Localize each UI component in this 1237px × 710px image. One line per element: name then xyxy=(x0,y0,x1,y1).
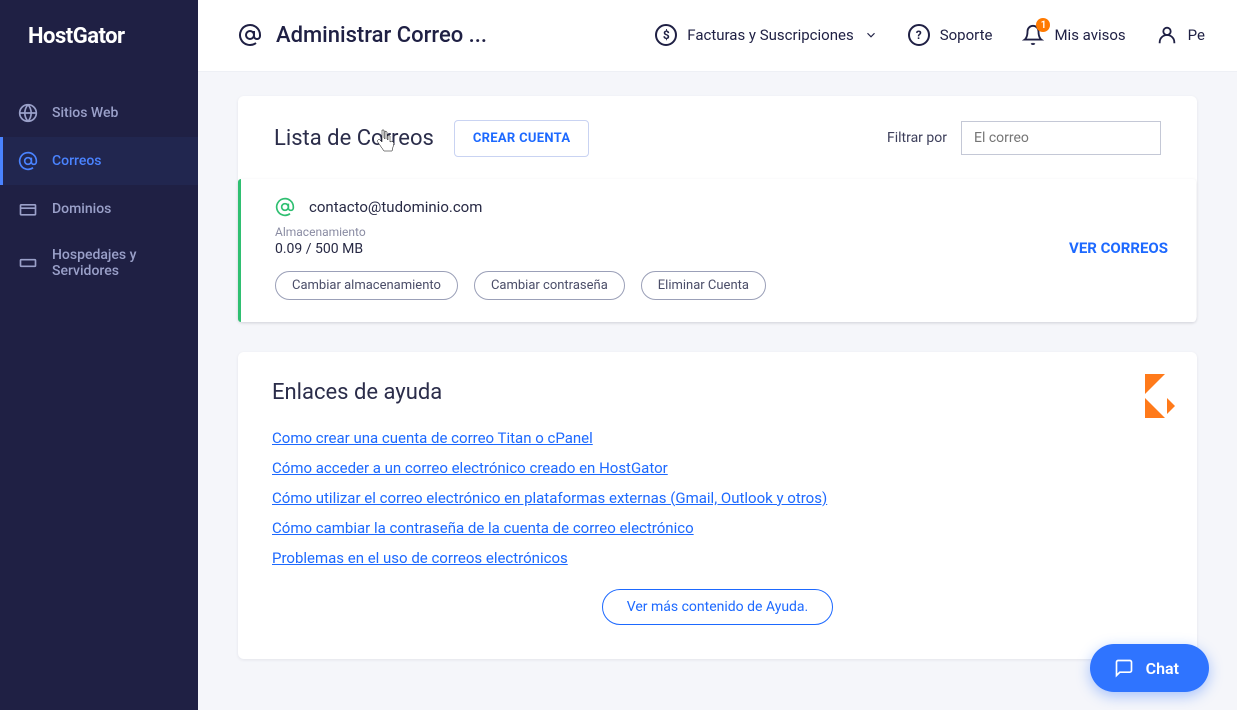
chevron-down-icon xyxy=(864,28,878,42)
topbar-support[interactable]: ? Soporte xyxy=(908,24,993,46)
help-link[interactable]: Cómo utilizar el correo electrónico en p… xyxy=(272,489,827,507)
sidebar-item-label: Dominios xyxy=(52,201,111,217)
email-row: contacto@tudominio.com Almacenamiento 0.… xyxy=(238,179,1196,322)
chat-icon xyxy=(1114,658,1134,678)
dollar-icon: $ xyxy=(655,24,677,46)
sidebar-item-label: Correos xyxy=(52,153,102,169)
sidebar-item-label: Sitios Web xyxy=(52,105,118,121)
decorative-triangles-icon xyxy=(1121,374,1175,418)
help-card: Enlaces de ayuda Como crear una cuenta d… xyxy=(238,352,1197,659)
globe-icon xyxy=(18,103,38,123)
at-icon xyxy=(18,151,38,171)
storage-label: Almacenamiento xyxy=(275,225,1069,239)
question-icon: ? xyxy=(908,24,930,46)
filter-input[interactable] xyxy=(961,121,1161,155)
filter-label: Filtrar por xyxy=(887,130,947,146)
topbar: Administrar Correo ... $ Facturas y Susc… xyxy=(198,0,1237,72)
help-title: Enlaces de ayuda xyxy=(272,380,1163,405)
topbar-support-label: Soporte xyxy=(940,26,993,44)
at-icon xyxy=(238,23,262,47)
sidebar-item-emails[interactable]: Correos xyxy=(0,137,198,185)
page-title: Administrar Correo ... xyxy=(276,23,487,48)
topbar-billing-label: Facturas y Suscripciones xyxy=(687,26,853,44)
help-link[interactable]: Como crear una cuenta de correo Titan o … xyxy=(272,429,593,447)
help-link[interactable]: Problemas en el uso de correos electróni… xyxy=(272,549,568,567)
create-account-button[interactable]: CREAR CUENTA xyxy=(454,120,590,157)
chat-label: Chat xyxy=(1146,659,1179,678)
topbar-profile-label: Pe xyxy=(1188,26,1205,44)
sidebar-item-sites[interactable]: Sitios Web xyxy=(0,89,198,137)
sidebar: HostGator Sitios Web Correos Dominios Ho… xyxy=(0,0,198,710)
sidebar-item-domains[interactable]: Dominios xyxy=(0,185,198,233)
user-icon xyxy=(1156,24,1178,46)
delete-account-button[interactable]: Eliminar Cuenta xyxy=(641,271,766,300)
email-list-card: Lista de Correos CREAR CUENTA Filtrar po… xyxy=(238,96,1197,322)
bell-icon: 1 xyxy=(1022,24,1044,46)
topbar-profile[interactable]: Pe xyxy=(1156,24,1205,46)
storage-value: 0.09 / 500 MB xyxy=(275,241,1069,257)
sidebar-item-label: Hospedajes y Servidores xyxy=(52,247,180,279)
topbar-billing[interactable]: $ Facturas y Suscripciones xyxy=(655,24,877,46)
change-password-button[interactable]: Cambiar contraseña xyxy=(474,271,625,300)
topbar-notices-label: Mis avisos xyxy=(1054,26,1125,44)
at-icon xyxy=(275,197,295,217)
main: Administrar Correo ... $ Facturas y Susc… xyxy=(198,0,1237,710)
brand-logo: HostGator xyxy=(0,24,198,89)
domains-icon xyxy=(18,199,38,219)
email-list-title: Lista de Correos xyxy=(274,126,434,151)
notices-badge: 1 xyxy=(1036,18,1050,32)
help-link[interactable]: Cómo cambiar la contraseña de la cuenta … xyxy=(272,519,694,537)
help-more-button[interactable]: Ver más contenido de Ayuda. xyxy=(602,589,834,625)
sidebar-item-hosting[interactable]: Hospedajes y Servidores xyxy=(0,233,198,293)
chat-button[interactable]: Chat xyxy=(1090,644,1209,692)
help-link[interactable]: Cómo acceder a un correo electrónico cre… xyxy=(272,459,668,477)
topbar-notices[interactable]: 1 Mis avisos xyxy=(1022,24,1125,46)
view-emails-link[interactable]: VER CORREOS xyxy=(1069,239,1168,257)
change-storage-button[interactable]: Cambiar almacenamiento xyxy=(275,271,458,300)
server-icon xyxy=(18,253,38,273)
email-address: contacto@tudominio.com xyxy=(309,198,482,216)
